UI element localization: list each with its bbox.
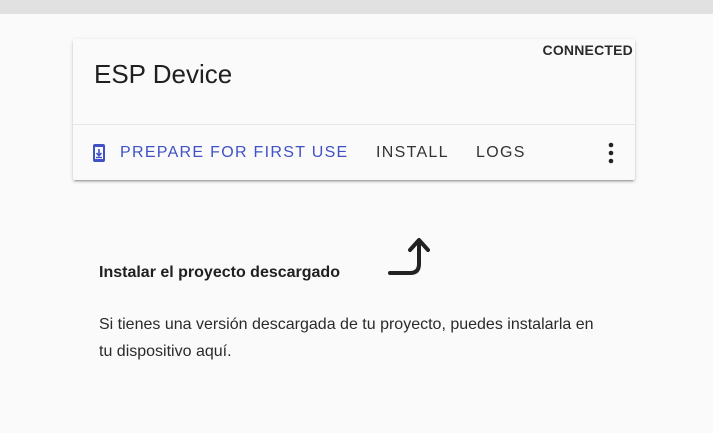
prepare-first-use-label: PREPARE FOR FIRST USE (120, 143, 349, 161)
browser-top-strip (0, 0, 713, 14)
device-card: CONNECTED ESP Device PREPARE FOR FIRST U… (73, 39, 635, 180)
install-label: INSTALL (376, 143, 449, 161)
logs-button[interactable]: LOGS (476, 125, 526, 180)
connection-status: CONNECTED (542, 42, 633, 58)
device-title: ESP Device (94, 59, 233, 89)
curved-arrow-up-icon (386, 235, 436, 279)
prepare-first-use-button[interactable]: PREPARE FOR FIRST USE (90, 125, 349, 180)
phone-download-icon (90, 143, 108, 163)
install-button[interactable]: INSTALL (376, 125, 449, 180)
more-vert-icon[interactable] (605, 141, 617, 165)
section-description: Si tienes una versión descargada de tu p… (99, 316, 594, 360)
logs-label: LOGS (476, 143, 526, 161)
section-title: Instalar el proyecto descargado (99, 264, 340, 281)
card-actions: PREPARE FOR FIRST USE INSTALL LOGS (73, 125, 635, 180)
